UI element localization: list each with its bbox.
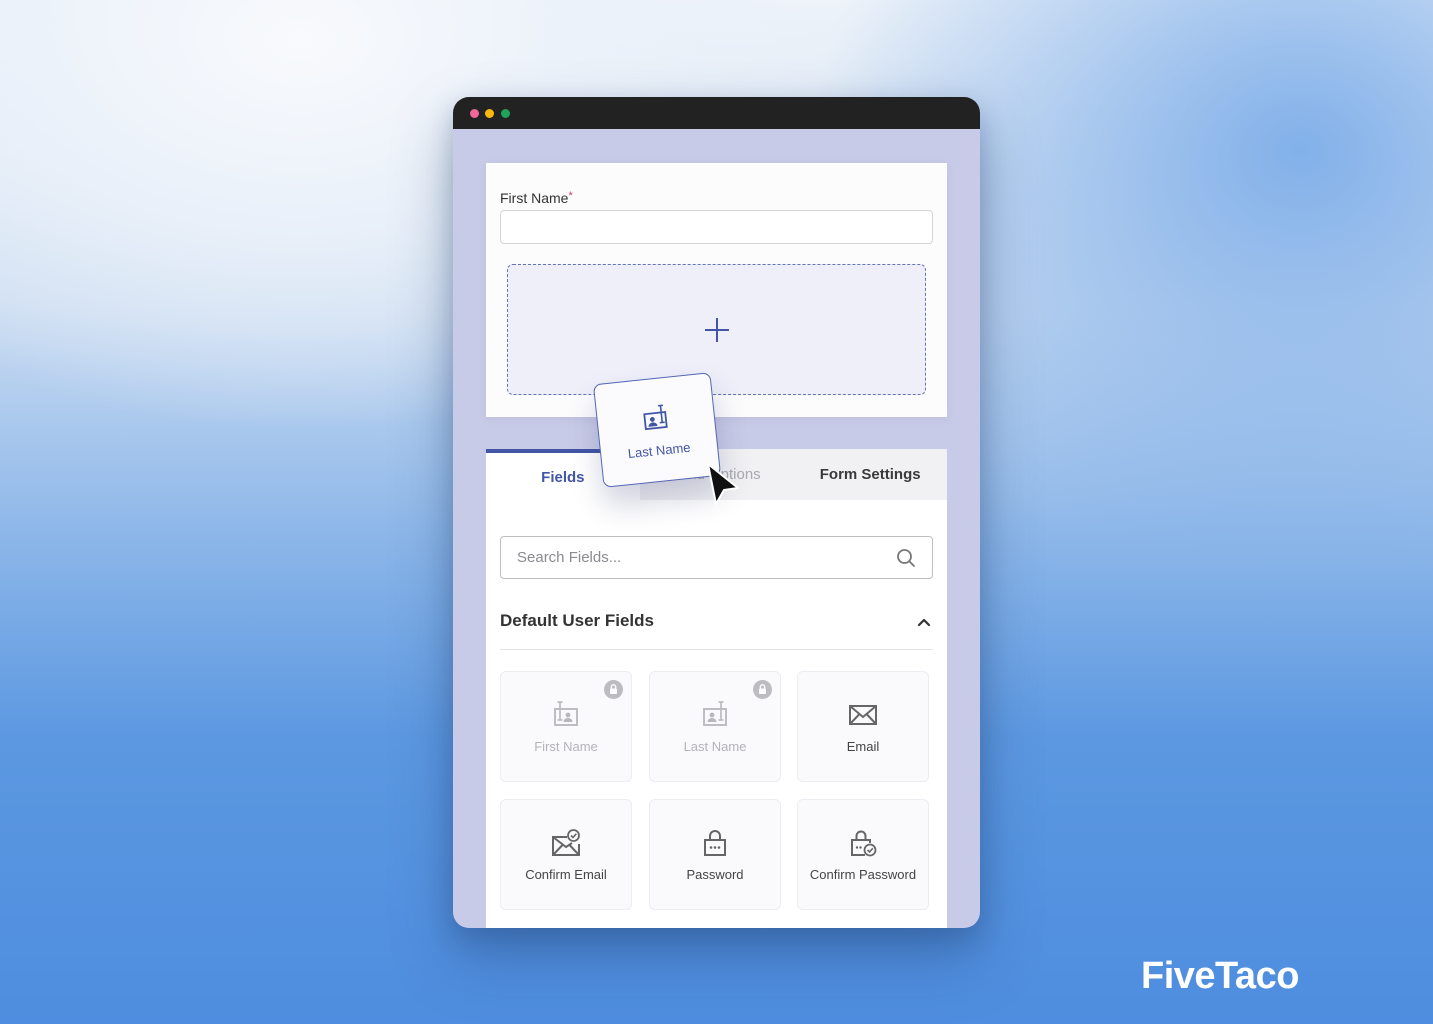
dragged-field-label: Last Name [627,439,692,462]
cursor-icon [707,463,739,505]
field-tile-first-name[interactable]: First Name [500,671,632,782]
brand-logo: FiveTaco [1141,955,1299,997]
envelope-icon [849,705,877,725]
field-tile-label: Email [846,739,880,754]
lock-icon [610,684,617,694]
lock-dots-icon [704,830,726,856]
fields-panel: Fields Field Options Form Settings Defau… [486,449,948,928]
field-drop-zone[interactable] [507,264,926,395]
field-tile-confirm-password[interactable]: Confirm Password [797,799,929,910]
search-input[interactable] [517,537,877,578]
required-marker: * [568,190,573,202]
close-window-button[interactable] [470,109,479,118]
plus-icon [704,317,729,342]
lock-icon [759,684,766,694]
tab-fields-label: Fields [541,469,585,486]
search-icon[interactable] [896,548,916,568]
field-tile-label: Confirm Email [525,867,607,882]
form-preview: First Name* [486,163,947,417]
first-name-label-text: First Name [500,190,569,206]
field-tile-confirm-email[interactable]: Confirm Email [500,799,632,910]
maximize-window-button[interactable] [501,109,510,118]
id-card-icon [643,404,668,431]
window-titlebar [453,97,980,129]
section-divider [500,649,933,650]
chevron-up-icon[interactable] [917,617,931,627]
field-tile-label: Last Name [683,739,747,754]
field-tile-last-name[interactable]: Last Name [649,671,781,782]
field-tile-password[interactable]: Password [649,799,781,910]
lock-check-icon [851,830,877,857]
id-card-icon [554,701,578,726]
search-fields [500,536,933,579]
tab-form-settings[interactable]: Form Settings [793,449,948,500]
field-tile-label: First Name [534,739,598,754]
envelope-check-icon [552,829,580,856]
minimize-window-button[interactable] [485,109,494,118]
id-card-icon [703,701,727,726]
field-tile-label: Confirm Password [809,867,917,882]
first-name-input[interactable] [500,210,933,244]
lock-badge [604,680,623,699]
field-tile-label: Password [686,867,744,882]
lock-badge [753,680,772,699]
browser-window: First Name* Fields Field Options Form Se… [453,97,980,928]
dragged-field-card[interactable]: Last Name [592,372,722,488]
first-name-label: First Name* [500,190,573,206]
tab-form-settings-label: Form Settings [819,466,921,483]
field-tile-email[interactable]: Email [797,671,929,782]
section-title: Default User Fields [500,611,654,630]
